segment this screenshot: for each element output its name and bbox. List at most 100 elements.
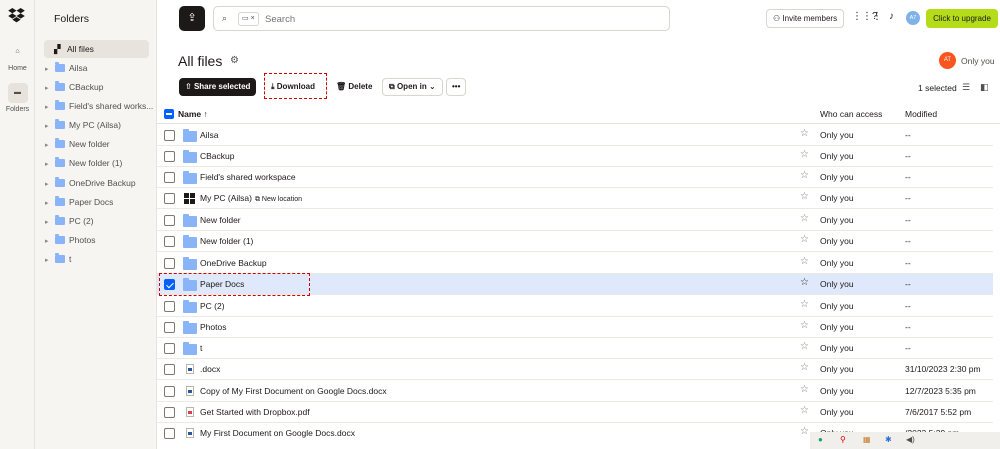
row-checkbox[interactable] — [164, 322, 175, 333]
file-name[interactable]: CBackup — [200, 151, 235, 161]
row-checkbox[interactable] — [164, 151, 175, 162]
row-checkbox[interactable] — [164, 193, 175, 204]
account-avatar[interactable]: A7 — [906, 11, 920, 25]
tree-item[interactable]: ▸ My PC (Ailsa) — [45, 116, 121, 134]
file-name[interactable]: Copy of My First Document on Google Docs… — [200, 386, 387, 396]
volume-icon[interactable]: ◀) — [906, 435, 915, 444]
file-name[interactable]: New folder (1) — [200, 236, 253, 246]
chevron-right-icon[interactable]: ▸ — [45, 80, 55, 98]
star-icon[interactable]: ☆ — [800, 191, 809, 202]
upload-button[interactable]: ⇪ — [179, 6, 205, 31]
rail-item-home[interactable]: ⌂ Home — [0, 42, 35, 72]
dropbox-logo[interactable] — [8, 8, 25, 23]
file-name[interactable]: Ailsa — [200, 130, 218, 140]
chevron-right-icon[interactable]: ▸ — [45, 156, 55, 174]
table-row[interactable]: Field's shared workspace ☆ Only you -- — [157, 167, 993, 188]
table-row[interactable]: Ailsa ☆ Only you -- — [157, 125, 993, 146]
tree-item[interactable]: ▸ CBackup — [45, 78, 104, 96]
star-icon[interactable]: ☆ — [800, 213, 809, 224]
file-name[interactable]: OneDrive Backup — [200, 258, 267, 268]
star-icon[interactable]: ☆ — [800, 320, 809, 331]
file-name[interactable]: .docx — [200, 364, 220, 374]
tree-item[interactable]: ▸ Ailsa — [45, 59, 87, 77]
owner-avatar[interactable]: AT — [939, 52, 956, 69]
table-row[interactable]: .docx ☆ Only you 31/10/2023 2:30 pm — [157, 359, 993, 380]
star-icon[interactable]: ☆ — [800, 362, 809, 373]
table-row[interactable]: Photos ☆ Only you -- — [157, 317, 993, 338]
star-icon[interactable]: ☆ — [800, 256, 809, 267]
file-name[interactable]: Photos — [200, 322, 226, 332]
rail-item-folders[interactable]: ▬ Folders — [0, 83, 35, 113]
row-checkbox[interactable] — [164, 130, 175, 141]
close-icon[interactable]: × — [251, 15, 255, 22]
chevron-right-icon[interactable]: ▸ — [45, 214, 55, 232]
chevron-right-icon[interactable]: ▸ — [45, 195, 55, 213]
search-input[interactable] — [265, 11, 655, 27]
table-row[interactable]: My PC (Ailsa) ⧉ New location ☆ Only you -… — [157, 188, 993, 209]
chevron-right-icon[interactable]: ▸ — [45, 99, 55, 117]
table-row[interactable]: New folder (1) ☆ Only you -- — [157, 231, 993, 252]
row-checkbox[interactable] — [164, 364, 175, 375]
file-name[interactable]: PC (2) — [200, 301, 225, 311]
bluetooth-icon[interactable]: ✱ — [885, 435, 892, 444]
select-all-checkbox[interactable] — [164, 109, 174, 119]
star-icon[interactable]: ☆ — [800, 341, 809, 352]
invite-members-button[interactable]: ⚇ Invite members — [766, 9, 845, 28]
file-name[interactable]: My PC (Ailsa) ⧉ New location — [200, 193, 302, 204]
search-app-icon[interactable]: ⚲ — [840, 435, 846, 444]
more-actions-button[interactable]: ••• — [446, 78, 467, 96]
gear-icon[interactable]: ⚙ — [230, 55, 239, 66]
name-column-header[interactable]: Name ↑ — [178, 109, 208, 119]
tree-item[interactable]: ▸ PC (2) — [45, 212, 94, 230]
open-in-button[interactable]: ⧉ Open in ⌄ — [382, 78, 443, 96]
row-checkbox[interactable] — [164, 407, 175, 418]
star-icon[interactable]: ☆ — [800, 149, 809, 160]
chevron-right-icon[interactable]: ▸ — [45, 233, 55, 251]
tree-item[interactable]: ▸ New folder (1) — [45, 154, 122, 172]
tree-item[interactable]: ▸ New folder — [45, 135, 110, 153]
search-scope-chip[interactable]: ▭ × — [238, 12, 259, 26]
chevron-right-icon[interactable]: ▸ — [45, 118, 55, 136]
row-checkbox[interactable] — [164, 428, 175, 439]
bell-icon[interactable]: ♪ — [889, 11, 894, 22]
table-row[interactable]: t ☆ Only you -- — [157, 338, 993, 359]
row-checkbox[interactable] — [164, 215, 175, 226]
star-icon[interactable]: ☆ — [800, 299, 809, 310]
tree-item[interactable]: ▸ t — [45, 250, 71, 268]
list-view-icon[interactable]: ☰ — [962, 82, 970, 93]
file-name[interactable]: My First Document on Google Docs.docx — [200, 428, 355, 438]
chevron-right-icon[interactable]: ▸ — [45, 252, 55, 270]
search-bar[interactable]: ⌕ ▭ × — [213, 6, 670, 31]
row-checkbox[interactable] — [164, 236, 175, 247]
file-name[interactable]: New folder — [200, 215, 241, 225]
row-checkbox[interactable] — [164, 172, 175, 183]
table-row[interactable]: OneDrive Backup ☆ Only you -- — [157, 253, 993, 274]
tree-item[interactable]: ▸ Photos — [45, 231, 95, 249]
chevron-right-icon[interactable]: ▸ — [45, 61, 55, 79]
share-selected-button[interactable]: ⇧ Share selected — [179, 78, 257, 96]
table-row[interactable]: Get Started with Dropbox.pdf ☆ Only you … — [157, 402, 993, 423]
star-icon[interactable]: ☆ — [800, 384, 809, 395]
star-icon[interactable]: ☆ — [800, 405, 809, 416]
access-column-header[interactable]: Who can access — [820, 109, 882, 119]
tree-item-all-files[interactable]: ▞ All files — [44, 40, 149, 58]
star-icon[interactable]: ☆ — [800, 426, 809, 437]
app-tray-icon[interactable]: ▦ — [863, 435, 871, 444]
row-checkbox[interactable] — [164, 343, 175, 354]
upgrade-button[interactable]: Click to upgrade — [926, 9, 998, 28]
chevron-right-icon[interactable]: ▸ — [45, 176, 55, 194]
modified-column-header[interactable]: Modified — [905, 109, 937, 119]
star-icon[interactable]: ☆ — [800, 128, 809, 139]
help-icon[interactable]: ? — [872, 11, 878, 22]
tree-item[interactable]: ▸ Paper Docs — [45, 193, 113, 211]
table-row[interactable]: Copy of My First Document on Google Docs… — [157, 381, 993, 402]
wechat-icon[interactable]: ● — [818, 435, 823, 444]
row-checkbox[interactable] — [164, 301, 175, 312]
file-name[interactable]: t — [200, 343, 202, 353]
table-row[interactable]: New folder ☆ Only you -- — [157, 210, 993, 231]
table-row[interactable]: PC (2) ☆ Only you -- — [157, 296, 993, 317]
tree-item[interactable]: ▸ Field's shared works... — [45, 97, 153, 115]
chevron-right-icon[interactable]: ▸ — [45, 137, 55, 155]
star-icon[interactable]: ☆ — [800, 234, 809, 245]
file-name[interactable]: Field's shared workspace — [200, 172, 296, 182]
